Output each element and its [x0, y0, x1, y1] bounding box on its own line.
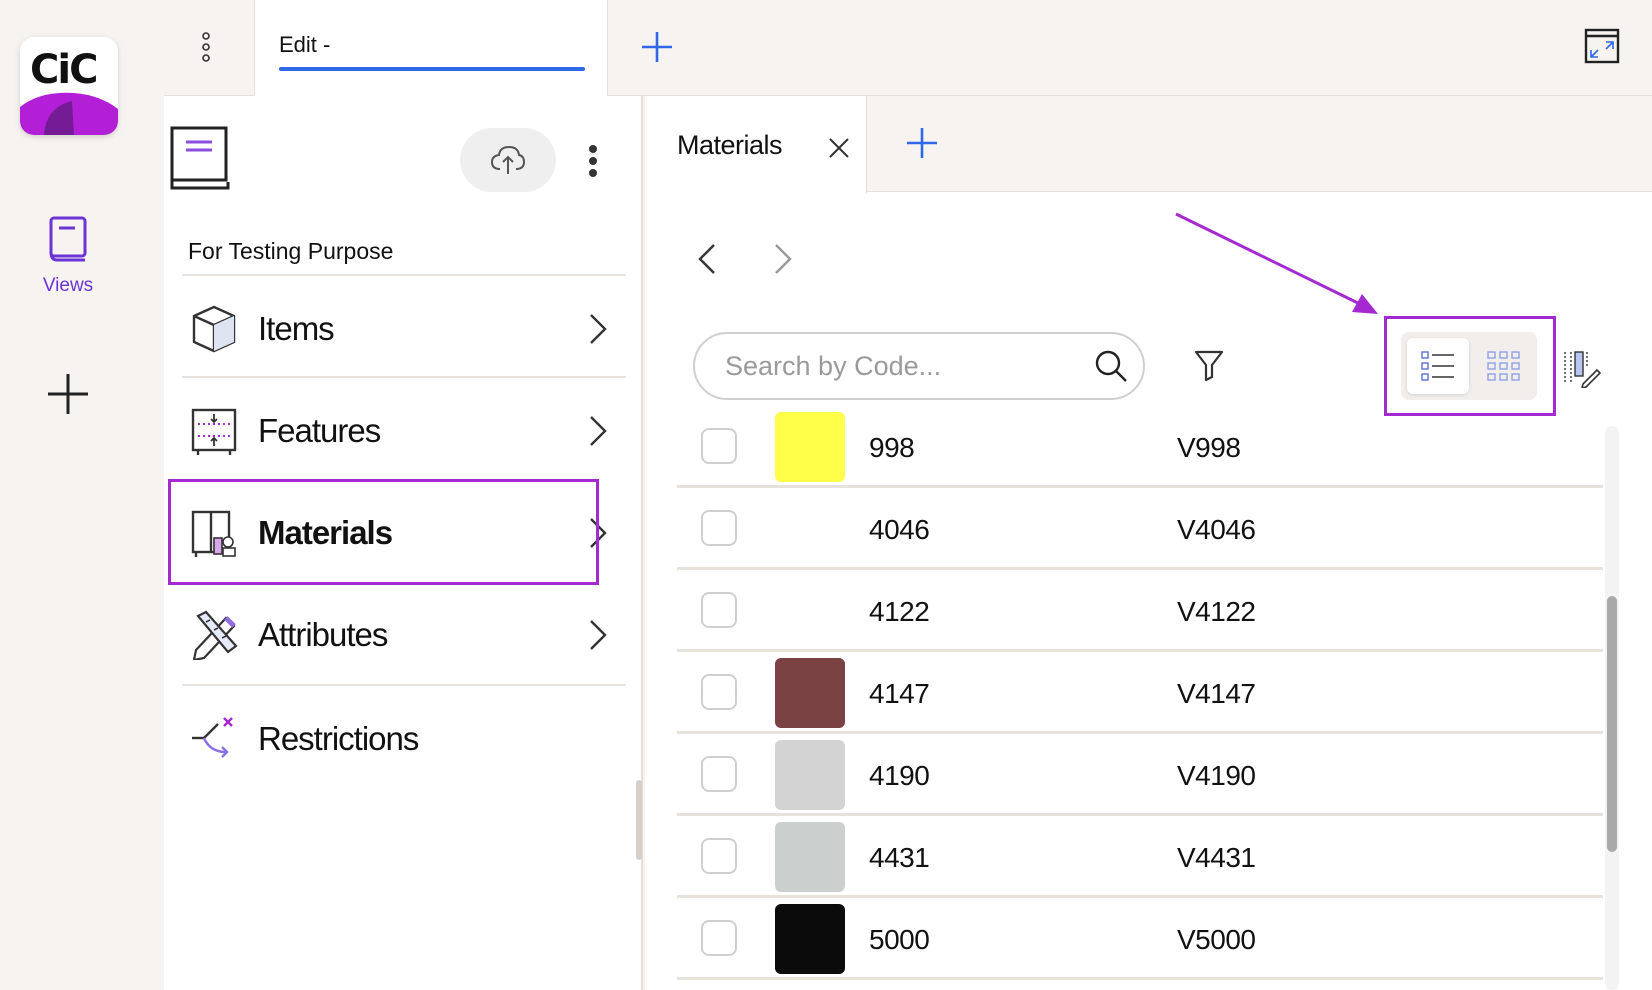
column-edit-icon[interactable] [1561, 348, 1601, 388]
view-toggle-highlight-box [1384, 316, 1556, 416]
search-input[interactable] [725, 348, 1065, 384]
material-code: 998 [869, 432, 915, 463]
color-swatch [775, 904, 845, 974]
row-checkbox[interactable] [701, 920, 737, 956]
add-tab-icon[interactable] [905, 126, 939, 160]
material-variant-code: V4147 [1177, 678, 1256, 709]
nav-item-features[interactable]: Features [182, 378, 626, 482]
color-swatch [775, 576, 845, 646]
list-item[interactable]: 4431 V4431 [677, 816, 1603, 898]
material-variant-code: V4431 [1177, 842, 1256, 873]
chevron-right-icon [590, 620, 607, 650]
list-item[interactable]: 4046 V4046 [677, 488, 1603, 570]
tab-edit-label: Edit - [279, 32, 331, 57]
row-checkbox[interactable] [701, 756, 737, 792]
list-item[interactable]: 4147 V4147 [677, 652, 1603, 734]
top-tab-bar: Edit - [164, 0, 1652, 96]
list-item[interactable]: 4190 V4190 [677, 734, 1603, 816]
nav-item-label: Features [258, 412, 381, 449]
close-icon[interactable] [827, 136, 851, 160]
material-code: 5000 [869, 924, 930, 955]
nav-item-label: Items [258, 310, 335, 347]
color-swatch [775, 412, 845, 482]
book-icon [49, 216, 87, 262]
expand-window-icon[interactable] [1584, 28, 1620, 64]
add-tab-icon[interactable] [640, 30, 674, 64]
panel-resize-handle[interactable] [636, 780, 642, 860]
material-code: 4147 [869, 678, 930, 709]
row-checkbox[interactable] [701, 838, 737, 874]
content-tab-bar: Materials [645, 96, 1652, 193]
color-swatch [775, 494, 845, 564]
nav-item-items[interactable]: Items [182, 276, 626, 380]
search-box[interactable] [693, 332, 1145, 400]
list-item[interactable]: 998 V998 [677, 406, 1603, 488]
panel-more-icon[interactable] [586, 144, 600, 178]
features-icon [191, 408, 237, 455]
color-swatch [775, 740, 845, 810]
catalog-book-icon [170, 126, 230, 190]
row-checkbox[interactable] [701, 592, 737, 628]
chevron-left-icon[interactable] [697, 242, 717, 276]
materials-list: 998 V998 4046 V4046 4122 V4122 4147 V414… [677, 406, 1603, 980]
color-swatch [775, 822, 845, 892]
tab-edit[interactable]: Edit - [254, 0, 608, 96]
cloud-upload-icon [490, 145, 526, 174]
scrollbar-thumb[interactable] [1607, 596, 1617, 852]
logo-shape [20, 92, 118, 135]
nav-item-attributes[interactable]: Attributes [182, 582, 626, 686]
active-tab-indicator [279, 67, 585, 71]
catalog-title: For Testing Purpose [188, 238, 394, 264]
list-item[interactable]: 5000 V5000 [677, 898, 1603, 980]
material-variant-code: V4046 [1177, 514, 1256, 545]
app-rail: CiC Views [0, 0, 146, 990]
material-variant-code: V4122 [1177, 596, 1256, 627]
materials-highlight-box [168, 479, 599, 585]
material-variant-code: V998 [1177, 432, 1241, 463]
add-view-icon[interactable] [46, 372, 90, 416]
upload-cloud-button[interactable] [460, 128, 556, 192]
nav-item-restrictions[interactable]: Restrictions [182, 686, 626, 790]
views-nav-button[interactable]: Views [28, 216, 108, 297]
material-variant-code: V5000 [1177, 924, 1256, 955]
cube-icon [192, 305, 236, 353]
material-code: 4190 [869, 760, 930, 791]
tab-materials-label: Materials [677, 130, 783, 160]
material-code: 4046 [869, 514, 930, 545]
list-item[interactable]: 4122 V4122 [677, 570, 1603, 652]
material-variant-code: V4190 [1177, 760, 1256, 791]
material-code: 4431 [869, 842, 930, 873]
restrictions-icon [192, 717, 233, 758]
app-logo[interactable]: CiC [20, 37, 118, 135]
color-swatch [775, 658, 845, 728]
chevron-right-icon[interactable] [773, 242, 793, 276]
nav-item-label: Restrictions [258, 720, 419, 757]
nav-item-label: Attributes [258, 616, 388, 653]
kebab-menu-icon[interactable] [196, 30, 216, 64]
material-code: 4122 [869, 596, 930, 627]
row-checkbox[interactable] [701, 428, 737, 464]
chevron-right-icon [590, 314, 607, 344]
views-label: Views [42, 275, 94, 296]
filter-icon[interactable] [1193, 348, 1225, 382]
pencil-ruler-icon [192, 610, 238, 660]
search-icon[interactable] [1093, 348, 1129, 384]
row-checkbox[interactable] [701, 674, 737, 710]
chevron-right-icon [590, 416, 607, 446]
row-checkbox[interactable] [701, 510, 737, 546]
tab-materials[interactable]: Materials [645, 96, 867, 193]
materials-content: Materials Search by Code... 998 V998 404… [645, 96, 1652, 990]
